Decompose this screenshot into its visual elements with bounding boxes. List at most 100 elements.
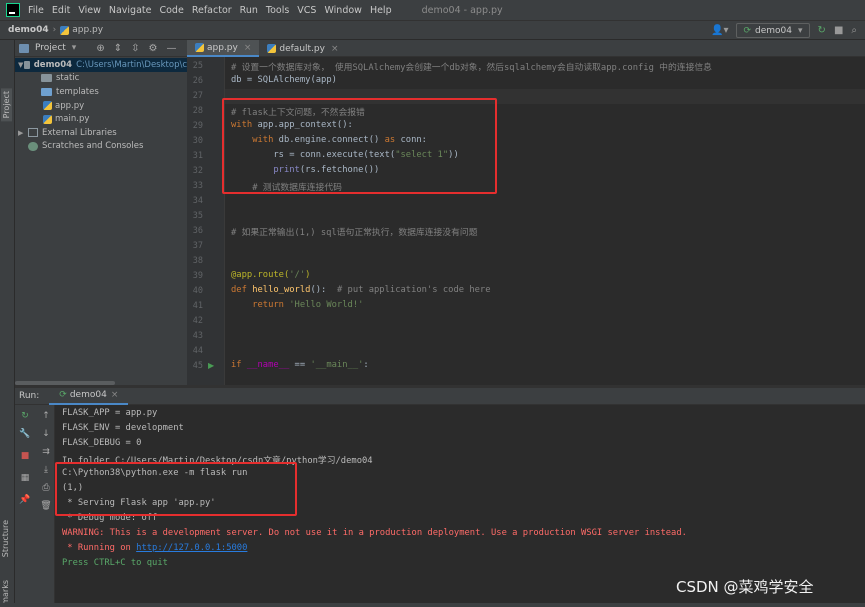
expand-arrow-icon[interactable]: ▼: [18, 61, 24, 69]
tool-tab-structure[interactable]: Structure: [1, 520, 10, 557]
wrench-icon[interactable]: 🔧: [19, 429, 31, 439]
rerun-icon[interactable]: ↻: [818, 25, 826, 36]
hide-icon[interactable]: —: [166, 43, 176, 54]
window-title: demo04 - app.py: [421, 4, 503, 16]
tree-node-templates[interactable]: templates: [15, 85, 187, 99]
chevron-down-icon: ▾: [798, 25, 803, 36]
code-line[interactable]: return 'Hello World!': [231, 300, 363, 310]
chevron-down-icon[interactable]: ▾: [72, 43, 77, 53]
line-number: 30: [192, 136, 203, 146]
tree-node-root[interactable]: ▼ demo04 C:\Users\Martin\Desktop\c: [15, 58, 187, 72]
run-toolbar: ↻ 🔧 ■ ▦ 📌: [15, 405, 37, 603]
code-line[interactable]: # 如果正常输出(1,) sql语句正常执行，数据库连接没有问题: [231, 225, 478, 238]
close-icon[interactable]: ×: [331, 44, 339, 54]
tool-tab-project[interactable]: Project: [1, 88, 12, 122]
run-config-icon: ⟳: [743, 25, 752, 36]
run-panel-header: Run: ⟳ demo04 ×: [15, 388, 865, 405]
expand-all-icon[interactable]: ⇕: [114, 43, 122, 54]
tree-node-label: app.py: [55, 100, 85, 111]
close-icon[interactable]: ×: [244, 43, 252, 53]
line-number: 27: [192, 91, 203, 101]
line-number: 44: [192, 346, 203, 356]
folder-icon: [41, 74, 52, 83]
console-text: * Running on: [62, 543, 137, 553]
navigation-bar: demo04 › app.py 👤▾ ⟳ demo04 ▾ ↻ ■ ⌕: [0, 20, 865, 40]
menu-vcs[interactable]: VCS: [297, 5, 316, 16]
tree-node-external-libraries[interactable]: ▶ External Libraries: [15, 126, 187, 140]
scroll-down-icon[interactable]: ↓: [40, 429, 52, 439]
rerun-icon[interactable]: ↻: [19, 411, 31, 421]
tree-node-label: templates: [56, 86, 99, 97]
menu-code[interactable]: Code: [159, 5, 183, 16]
server-url-link[interactable]: http://127.0.0.1:5000: [136, 543, 247, 553]
line-number: 29: [192, 121, 203, 131]
menu-tools[interactable]: Tools: [266, 5, 289, 16]
expand-arrow-icon[interactable]: ▶: [18, 129, 28, 137]
watermark: CSDN @菜鸡学安全: [676, 578, 814, 596]
code-line[interactable]: db = SQLAlchemy(app): [231, 75, 337, 85]
menu-bar: File Edit View Navigate Code Refactor Ru…: [0, 0, 865, 20]
scroll-up-icon[interactable]: ↑: [40, 411, 52, 421]
left-tool-stripe: Project Structure Bookmarks: [0, 40, 15, 607]
menu-navigate[interactable]: Navigate: [109, 5, 152, 16]
project-panel-title[interactable]: Project: [35, 43, 66, 53]
console-text: FLASK_ENV = development: [62, 423, 184, 433]
line-number: 43: [192, 331, 203, 341]
console-line: FLASK_ENV = development: [62, 423, 184, 433]
pin-icon[interactable]: 📌: [19, 495, 31, 505]
pycharm-logo-icon: [6, 3, 20, 17]
tree-node-static[interactable]: static: [15, 72, 187, 86]
run-toolbar-secondary: ↑ ↓ ⇉ ⤓ ⎙ 🗑: [37, 405, 55, 603]
locate-icon[interactable]: ⊕: [96, 43, 104, 54]
tree-node-app-py[interactable]: app.py: [15, 99, 187, 113]
tree-node-main-py[interactable]: main.py: [15, 112, 187, 126]
print-icon[interactable]: ⎙: [40, 483, 52, 493]
console-text: Press CTRL+C to quit: [62, 558, 168, 568]
python-file-icon: [43, 114, 52, 124]
layout-icon[interactable]: ▦: [19, 473, 31, 483]
code-line[interactable]: # 设置一个数据库对象， 使用SQLAlchemy会创建一个db对象，然后sql…: [231, 60, 712, 73]
highlight-box-console: [55, 462, 297, 516]
console-text: FLASK_DEBUG = 0: [62, 438, 142, 448]
soft-wrap-icon[interactable]: ⇉: [40, 447, 52, 457]
menu-view[interactable]: View: [78, 5, 101, 16]
console-line: WARNING: This is a development server. D…: [62, 528, 687, 538]
menu-run[interactable]: Run: [240, 5, 258, 16]
line-number: 26: [192, 76, 203, 86]
run-panel-label: Run:: [19, 391, 40, 401]
code-line[interactable]: if __name__ == '__main__':: [231, 360, 369, 370]
code-line[interactable]: @app.route('/'): [231, 270, 310, 280]
editor-tab-default-py[interactable]: default.py ×: [259, 40, 346, 57]
menu-refactor[interactable]: Refactor: [192, 5, 232, 16]
collapse-all-icon[interactable]: ⇳: [131, 43, 139, 54]
search-icon[interactable]: ⌕: [851, 25, 857, 36]
line-number: 32: [192, 166, 203, 176]
editor-tab-label: default.py: [279, 43, 325, 54]
breadcrumb-file[interactable]: app.py: [72, 25, 103, 35]
breadcrumb-project[interactable]: demo04: [8, 25, 49, 35]
run-gutter-icon[interactable]: ▶: [208, 361, 214, 370]
menu-edit[interactable]: Edit: [52, 5, 70, 16]
python-file-icon: [267, 44, 277, 53]
project-panel-header: Project ▾ ⊕ ⇕ ⇳ ⚙ —: [15, 40, 187, 57]
close-icon[interactable]: ×: [111, 390, 119, 400]
editor-gutter[interactable]: 25 26 27 28 29 30 31 32 33 34 35 36 37 38 39 40 41 42 43 44…: [187, 57, 230, 385]
python-file-icon: [60, 25, 70, 35]
line-number: 38: [192, 256, 203, 266]
menu-file[interactable]: File: [28, 5, 44, 16]
code-line[interactable]: def hello_world(): # put application's c…: [231, 285, 491, 295]
user-icon[interactable]: 👤▾: [711, 25, 728, 36]
run-configuration-select[interactable]: ⟳ demo04 ▾: [736, 23, 810, 38]
run-tab-label: demo04: [69, 390, 107, 400]
stop-icon[interactable]: ■: [834, 25, 843, 36]
trash-icon[interactable]: 🗑: [40, 501, 52, 511]
editor-tab-app-py[interactable]: app.py ×: [187, 40, 260, 57]
run-tab-demo04[interactable]: ⟳ demo04 ×: [49, 388, 129, 405]
menu-window[interactable]: Window: [324, 5, 361, 16]
highlight-box-code: [222, 98, 497, 194]
menu-help[interactable]: Help: [370, 5, 392, 16]
scroll-to-end-icon[interactable]: ⤓: [40, 465, 52, 475]
gear-icon[interactable]: ⚙: [149, 43, 158, 54]
stop-icon[interactable]: ■: [19, 451, 31, 461]
tree-node-scratches[interactable]: Scratches and Consoles: [15, 140, 187, 154]
